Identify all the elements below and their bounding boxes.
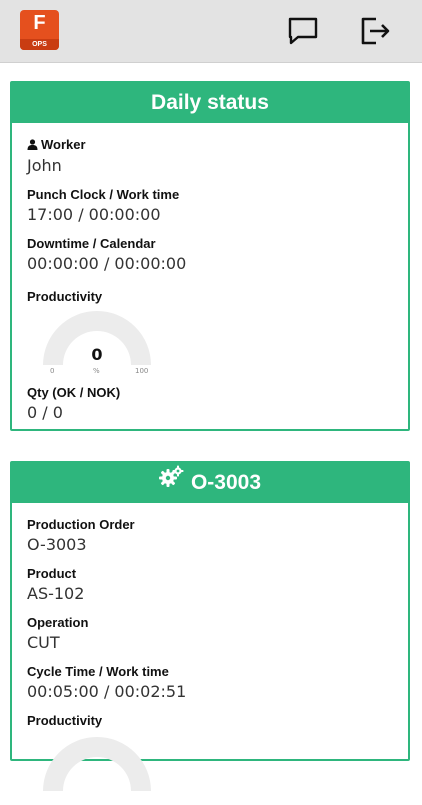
punch-clock-label: Punch Clock / Work time: [27, 187, 180, 202]
order-card-title: O-3003: [190, 471, 262, 494]
app-logo[interactable]: F OPS: [20, 10, 59, 50]
logo-letter: F: [33, 12, 46, 34]
cycle-time-value: 00:05:00 / 00:02:51: [27, 682, 187, 701]
daily-status-title: Daily status: [12, 83, 408, 123]
gauge-unit: %: [93, 367, 100, 375]
gears-icon: [158, 461, 185, 501]
downtime-value: 00:00:00 / 00:00:00: [27, 254, 187, 273]
worker-label-row: Worker: [27, 137, 393, 154]
logout-icon: [361, 17, 390, 45]
operation-value: CUT: [27, 633, 60, 652]
cycle-time-label: Cycle Time / Work time: [27, 664, 169, 679]
productivity-gauge: 0 0 % 100: [37, 307, 157, 379]
production-order-label: Production Order: [27, 517, 135, 532]
gauge-max: 100: [135, 367, 149, 375]
order-productivity-gauge: [37, 733, 157, 805]
chat-icon: [288, 17, 318, 45]
product-label: Product: [27, 566, 77, 581]
qty-label: Qty (OK / NOK): [27, 385, 121, 400]
order-productivity-label: Productivity: [27, 713, 103, 728]
order-card[interactable]: O-3003 Production Order O-3003 Product A…: [10, 461, 410, 791]
production-order-value: O-3003: [27, 535, 87, 554]
gauge-value: 0: [91, 345, 103, 364]
logout-button[interactable]: [358, 14, 392, 48]
top-bar: F OPS: [0, 0, 422, 63]
product-value: AS-102: [27, 584, 85, 603]
punch-clock-value: 17:00 / 00:00:00: [27, 205, 161, 224]
daily-status-card: Daily status Worker John Punch Clock / W…: [10, 81, 410, 431]
logo-sub: OPS: [20, 39, 59, 50]
operation-label: Operation: [27, 615, 89, 630]
downtime-label: Downtime / Calendar: [27, 236, 156, 251]
qty-value: 0 / 0: [27, 403, 63, 422]
worker-value: John: [27, 156, 62, 175]
worker-label: Worker: [41, 137, 86, 152]
order-card-header: O-3003: [12, 463, 408, 503]
productivity-label: Productivity: [27, 289, 103, 304]
gauge-min: 0: [50, 367, 55, 375]
chat-button[interactable]: [286, 14, 320, 48]
user-icon: [27, 138, 38, 154]
